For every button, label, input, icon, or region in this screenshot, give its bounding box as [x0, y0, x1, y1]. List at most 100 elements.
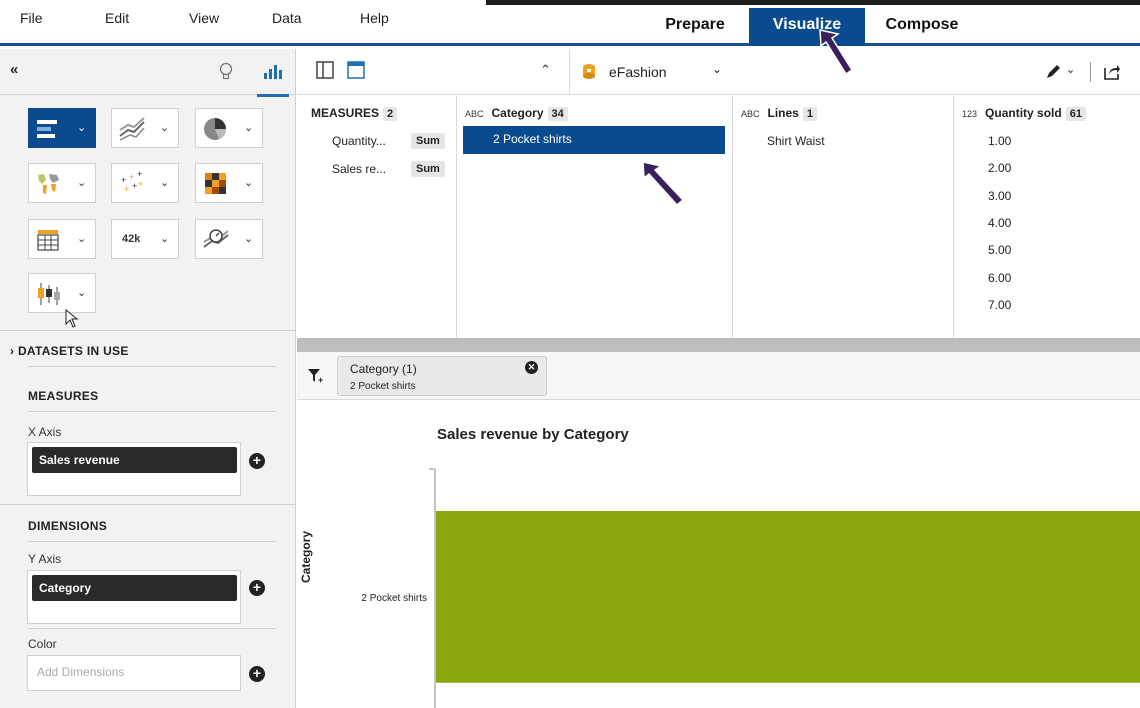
chevron-down-icon: ⌄ — [77, 177, 87, 189]
chart-area: Sales revenue by Category 2 Pocket shirt… — [297, 401, 1140, 708]
collapse-up-icon[interactable]: ⌃ — [540, 62, 551, 78]
tab-compose[interactable]: Compose — [872, 8, 972, 46]
pie-chart-icon — [204, 118, 226, 140]
y-axis-title: Category — [299, 530, 313, 583]
menu-file[interactable]: File — [20, 10, 43, 26]
tab-prepare[interactable]: Prepare — [650, 8, 740, 46]
category-header[interactable]: ABC Category 34 — [465, 106, 568, 121]
divider — [28, 366, 276, 367]
lightbulb-icon[interactable] — [219, 62, 233, 82]
chevron-down-icon: ⌄ — [244, 233, 254, 245]
category-column: ABC Category 34 2 Pocket shirts — [457, 96, 733, 338]
heat-map-type-button[interactable]: ⌄ — [195, 163, 263, 203]
bar-chart: 2 Pocket shirts — [361, 468, 1140, 708]
scatter-plot-icon: + + + + + + — [121, 171, 143, 194]
panel-splitter[interactable] — [297, 338, 1140, 352]
dataset-chevron-down-icon[interactable]: ⌄ — [712, 62, 722, 76]
table-type-button[interactable]: ⌄ — [28, 219, 96, 259]
bar-2-pocket-shirts[interactable] — [436, 511, 1140, 683]
line-chart-type-button[interactable]: ⌄ — [111, 108, 179, 148]
svg-text:+: + — [138, 179, 143, 189]
share-export-icon[interactable] — [1103, 63, 1121, 81]
lines-value[interactable]: Shirt Waist — [767, 134, 825, 148]
geo-map-type-button[interactable]: ⌄ — [28, 163, 96, 203]
chevron-down-icon: ⌄ — [160, 122, 170, 134]
dimensions-section-title: DIMENSIONS — [28, 519, 108, 533]
measures-count-badge: 2 — [383, 107, 398, 121]
quantity-value[interactable]: 4.00 — [988, 216, 1011, 230]
panel-layout-icon[interactable] — [316, 61, 334, 79]
color-drop-zone[interactable]: Add Dimensions — [27, 655, 241, 691]
chevron-down-icon: ⌄ — [160, 233, 170, 245]
dataset-icon — [583, 64, 595, 79]
measure-quantity[interactable]: Quantity... — [332, 134, 386, 148]
y-axis-dimension-pill[interactable]: Category — [32, 575, 237, 601]
toolbar-separator — [1090, 62, 1091, 82]
lines-header[interactable]: ABC Lines 1 — [741, 106, 817, 121]
menu-data[interactable]: Data — [272, 10, 302, 26]
measures-header-label: MEASURES — [311, 106, 380, 120]
measure-quantity-aggregation[interactable]: Sum — [411, 133, 445, 149]
measure-sales-revenue-aggregation[interactable]: Sum — [411, 161, 445, 177]
lines-count-badge: 1 — [802, 107, 817, 121]
category-row-selected[interactable]: 2 Pocket shirts — [463, 126, 725, 154]
add-filter-icon[interactable]: + — [307, 368, 325, 384]
quantity-value[interactable]: 7.00 — [988, 298, 1011, 312]
scatter-plot-type-button[interactable]: + + + + + + ⌄ — [111, 163, 179, 203]
quantity-value[interactable]: 6.00 — [988, 271, 1011, 285]
bar-chart-type-button[interactable]: ⌄ — [28, 108, 96, 148]
line-chart-icon — [119, 117, 145, 141]
quantity-sold-header[interactable]: 123 Quantity sold 61 — [962, 106, 1086, 121]
text-type-icon: ABC — [465, 109, 484, 119]
box-plot-type-button[interactable]: ⌄ — [28, 273, 96, 313]
datasets-in-use-toggle[interactable]: › DATASETS IN USE — [10, 344, 129, 358]
numeric-type-icon: 123 — [962, 109, 978, 119]
chevron-down-icon: ⌄ — [160, 177, 170, 189]
svg-text:+: + — [124, 184, 129, 194]
lines-header-label: Lines — [767, 106, 799, 120]
pie-chart-type-button[interactable]: ⌄ — [195, 108, 263, 148]
x-axis-drop-zone[interactable]: Sales revenue — [27, 442, 241, 496]
remove-filter-icon[interactable]: ✕ — [525, 361, 538, 374]
collapse-panel-button[interactable]: « — [10, 61, 18, 78]
edit-chevron-down-icon[interactable]: ⌄ — [1066, 63, 1075, 76]
bar-chart-icon — [37, 120, 57, 138]
toolbar-separator — [569, 49, 570, 95]
box-plot-icon — [38, 283, 60, 305]
chevron-down-icon: ⌄ — [77, 122, 87, 134]
quantity-sold-column: 123 Quantity sold 61 1.00 2.00 3.00 4.00 5… — [954, 96, 1140, 338]
category-count-badge: 34 — [547, 107, 568, 121]
dataset-name[interactable]: eFashion — [609, 64, 667, 80]
gauge-chart-type-button[interactable]: ⌄ — [195, 219, 263, 259]
numeric-point-icon: 42k — [122, 233, 141, 245]
add-x-axis-icon[interactable]: + — [249, 453, 265, 469]
window-layout-icon[interactable] — [347, 61, 365, 79]
measure-sales-revenue[interactable]: Sales re... — [332, 162, 386, 176]
add-y-axis-icon[interactable]: + — [249, 580, 265, 596]
category-filter-chip[interactable]: Category (1) 2 Pocket shirts ✕ — [337, 356, 547, 396]
chart-builder-icon[interactable] — [263, 64, 283, 80]
quantity-value[interactable]: 2.00 — [988, 161, 1011, 175]
quantity-value[interactable]: 1.00 — [988, 134, 1011, 148]
add-color-icon[interactable]: + — [249, 666, 265, 682]
dataset-grid: MEASURES 2 Quantity... Sum Sales re... Su… — [297, 96, 1140, 338]
tab-visualize[interactable]: Visualize — [749, 8, 865, 46]
divider — [28, 541, 276, 542]
y-axis-drop-zone[interactable]: Category — [27, 570, 241, 624]
chevron-down-icon: ⌄ — [77, 287, 87, 299]
filter-bar: + Category (1) 2 Pocket shirts ✕ — [297, 352, 1140, 400]
menu-help[interactable]: Help — [360, 10, 389, 26]
divider — [0, 504, 296, 505]
pencil-icon[interactable] — [1045, 64, 1061, 80]
numeric-point-type-button[interactable]: 42k ⌄ — [111, 219, 179, 259]
x-axis-label: X Axis — [28, 425, 62, 439]
left-panel: « ⌄ ⌄ ⌄ ⌄ + + + + + + ⌄ ⌄ ⌄ 42k ⌄ ⌄ ⌄ › … — [0, 49, 296, 708]
quantity-value[interactable]: 5.00 — [988, 243, 1011, 257]
menu-edit[interactable]: Edit — [105, 10, 129, 26]
text-type-icon: ABC — [741, 109, 760, 119]
x-axis-measure-pill[interactable]: Sales revenue — [32, 447, 237, 473]
menu-view[interactable]: View — [189, 10, 219, 26]
chart-builder-tab-indicator — [257, 94, 289, 97]
quantity-value[interactable]: 3.00 — [988, 189, 1011, 203]
color-label: Color — [28, 637, 57, 651]
